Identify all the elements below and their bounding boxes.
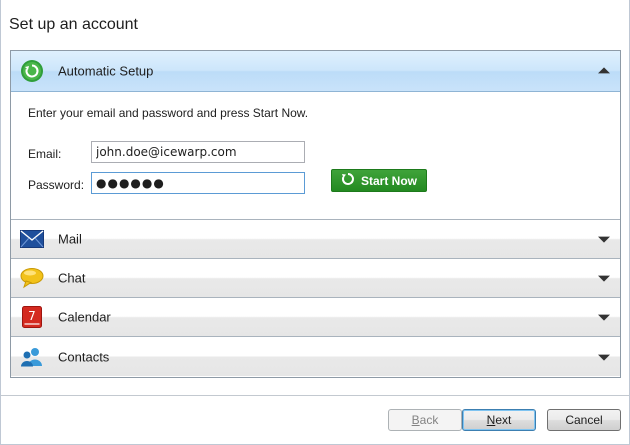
expand-arrow-icon[interactable] xyxy=(598,354,610,361)
expand-arrow-icon[interactable] xyxy=(598,275,610,282)
back-button[interactable]: Back xyxy=(388,409,462,431)
expand-arrow-icon[interactable] xyxy=(598,314,610,321)
calendar-day: 7 xyxy=(28,309,36,323)
next-label: ext xyxy=(495,413,512,427)
section-mail-header[interactable]: Mail xyxy=(11,220,620,259)
refresh-icon xyxy=(341,172,355,189)
section-label: Chat xyxy=(58,270,86,286)
back-label: ack xyxy=(419,413,439,427)
next-mnemonic: N xyxy=(486,413,496,427)
section-label: Calendar xyxy=(58,309,111,325)
sync-icon xyxy=(20,59,44,83)
section-chat-header[interactable]: Chat xyxy=(11,259,620,298)
section-calendar-header[interactable]: 7 Calendar xyxy=(11,298,620,337)
envelope-icon xyxy=(20,227,44,251)
password-label: Password: xyxy=(28,178,85,192)
email-input[interactable] xyxy=(91,141,305,163)
section-contacts-header[interactable]: Contacts xyxy=(11,337,620,376)
collapse-arrow-icon[interactable] xyxy=(598,67,610,74)
page-title: Set up an account xyxy=(9,16,138,33)
speech-bubble-icon xyxy=(20,266,44,290)
section-label: Mail xyxy=(58,231,82,247)
section-automatic-setup-header[interactable]: Automatic Setup xyxy=(11,51,620,92)
next-button[interactable]: Next xyxy=(462,409,536,431)
calendar-icon: 7 xyxy=(20,305,44,329)
start-now-label: Start Now xyxy=(360,173,417,188)
setup-accordion: Automatic Setup Enter your email and pas… xyxy=(10,50,621,378)
people-icon xyxy=(20,345,44,369)
start-now-button[interactable]: Start Now xyxy=(331,169,427,192)
automatic-setup-panel: Enter your email and password and press … xyxy=(11,92,620,220)
footer-divider xyxy=(1,395,629,396)
email-label: Email: xyxy=(28,147,62,161)
cancel-button[interactable]: Cancel xyxy=(547,409,621,431)
back-mnemonic: B xyxy=(411,413,420,427)
password-input[interactable] xyxy=(91,172,305,194)
setup-instructions: Enter your email and password and press … xyxy=(28,106,309,120)
section-label: Contacts xyxy=(58,349,110,364)
expand-arrow-icon[interactable] xyxy=(598,236,610,243)
section-label: Automatic Setup xyxy=(58,63,154,79)
setup-window: Set up an account Automatic Setup Enter … xyxy=(0,0,630,445)
